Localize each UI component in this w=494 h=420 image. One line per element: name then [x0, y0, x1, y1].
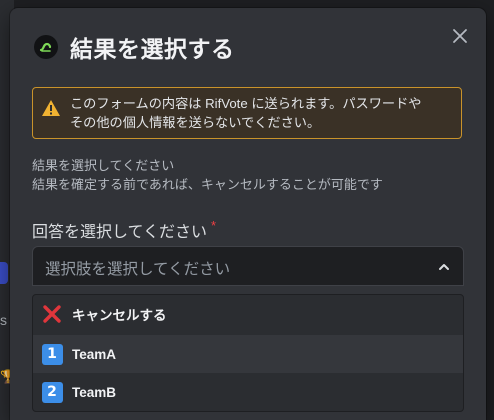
description-line-1: 結果を選択してください: [32, 158, 175, 173]
background-letter: s: [0, 312, 7, 328]
option-team-a[interactable]: 1 TeamA: [33, 335, 463, 373]
rifvote-logo-icon: [34, 35, 58, 59]
field-label: 回答を選択してください *: [32, 218, 216, 242]
keycap-two-icon: 2: [41, 381, 63, 403]
warning-line-2: その他の個人情報を送らないでください。: [70, 115, 321, 130]
keycap-digit: 2: [41, 381, 63, 403]
modal-header: 結果を選択する: [34, 32, 235, 62]
cross-mark-icon: [41, 303, 63, 325]
select-result-modal: 結果を選択する このフォームの内容は RifVote に送られます。パスワードや…: [10, 8, 486, 420]
option-label: TeamB: [72, 384, 117, 400]
option-team-b[interactable]: 2 TeamB: [33, 373, 463, 411]
option-label: キャンセルする: [72, 308, 167, 323]
close-icon: [453, 29, 467, 43]
description: 結果を選択してください 結果を確定する前であれば、キャンセルすることが可能です: [32, 156, 383, 194]
option-label: TeamA: [72, 346, 117, 362]
warning-text: このフォームの内容は RifVote に送られます。パスワードや その他の個人情…: [70, 94, 453, 132]
description-line-2: 結果を確定する前であれば、キャンセルすることが可能です: [32, 177, 383, 192]
background-blue-tab: [0, 262, 8, 284]
answer-select[interactable]: 選択肢を選択してください: [32, 246, 464, 286]
keycap-digit: 1: [41, 343, 63, 365]
privacy-warning: このフォームの内容は RifVote に送られます。パスワードや その他の個人情…: [32, 87, 462, 139]
chevron-up-icon: [439, 264, 449, 270]
option-cancel[interactable]: キャンセルする: [33, 295, 463, 333]
modal-title: 結果を選択する: [70, 36, 235, 62]
warning-line-1: このフォームの内容は RifVote に送られます。パスワードや: [70, 96, 422, 111]
close-button[interactable]: [448, 24, 472, 48]
warning-triangle-icon: [42, 100, 60, 116]
select-placeholder: 選択肢を選択してください: [45, 261, 231, 278]
options-dropdown: キャンセルする 1 TeamA 2 TeamB: [32, 294, 464, 412]
keycap-one-icon: 1: [41, 343, 63, 365]
field-label-text: 回答を選択してください: [32, 224, 208, 241]
required-asterisk: *: [211, 218, 217, 233]
